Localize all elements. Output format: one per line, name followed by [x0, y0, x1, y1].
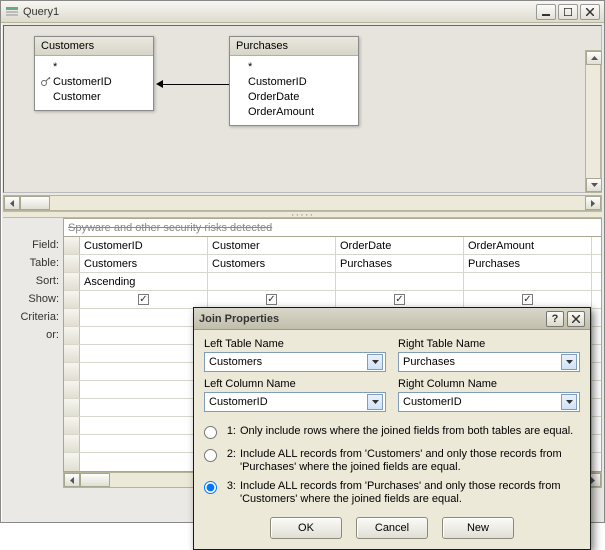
grid-cell[interactable]: [336, 273, 464, 290]
vertical-scrollbar[interactable]: [585, 50, 601, 193]
new-button[interactable]: New: [442, 517, 514, 539]
minimize-button[interactable]: [536, 4, 556, 20]
window-title: Query1: [23, 6, 534, 18]
show-checkbox[interactable]: [208, 291, 336, 308]
grid-cell[interactable]: [208, 273, 336, 290]
scroll-right-button[interactable]: [585, 196, 601, 210]
grid-cell[interactable]: Customers: [208, 255, 336, 272]
table-title: Purchases: [230, 37, 358, 56]
show-checkbox[interactable]: [336, 291, 464, 308]
grid-cell[interactable]: Purchases: [464, 255, 592, 272]
field-name[interactable]: CustomerID: [53, 76, 112, 88]
field-name[interactable]: OrderDate: [248, 91, 299, 103]
grid-cell[interactable]: [80, 309, 208, 326]
scroll-left-button[interactable]: [64, 473, 80, 487]
left-column-label: Left Column Name: [204, 378, 386, 390]
dialog-title: Join Properties: [199, 313, 546, 325]
grid-cell[interactable]: OrderAmount: [464, 237, 592, 254]
right-column-combo[interactable]: CustomerID: [398, 392, 580, 412]
pane-splitter[interactable]: [3, 211, 602, 218]
right-table-label: Right Table Name: [398, 338, 580, 350]
query-designer-window: Query1 Customers * CustomerID Customer P…: [0, 0, 605, 523]
dropdown-icon[interactable]: [561, 354, 577, 370]
scroll-thumb[interactable]: [80, 473, 110, 487]
relationship-pane[interactable]: Customers * CustomerID Customer Purchase…: [3, 25, 602, 193]
table-body: * CustomerID Customer: [35, 56, 153, 110]
scroll-left-button[interactable]: [4, 196, 20, 210]
right-table-combo[interactable]: Purchases: [398, 352, 580, 372]
close-button[interactable]: [580, 4, 600, 20]
dropdown-icon[interactable]: [561, 394, 577, 410]
left-table-combo[interactable]: Customers: [204, 352, 386, 372]
grid-cell[interactable]: CustomerID: [80, 237, 208, 254]
field-row: CustomerID Customer OrderDate OrderAmoun…: [64, 237, 601, 255]
titlebar: Query1: [1, 1, 604, 23]
sort-row: Ascending: [64, 273, 601, 291]
grid-cell[interactable]: [464, 273, 592, 290]
show-checkbox[interactable]: [464, 291, 592, 308]
scroll-down-button[interactable]: [586, 178, 602, 192]
table-customers[interactable]: Customers * CustomerID Customer: [34, 36, 154, 111]
left-column-combo[interactable]: CustomerID: [204, 392, 386, 412]
dialog-close-button[interactable]: [567, 311, 585, 327]
grid-row-labels: Field: Table: Sort: Show: Criteria: or:: [3, 236, 63, 472]
grid-cell[interactable]: [80, 327, 208, 344]
ok-button[interactable]: OK: [270, 517, 342, 539]
grid-cell[interactable]: Ascending: [80, 273, 208, 290]
field-name[interactable]: CustomerID: [248, 76, 307, 88]
scroll-thumb[interactable]: [20, 196, 50, 210]
join-properties-dialog: Join Properties ? Left Table Name Custom…: [193, 307, 591, 550]
cancel-button[interactable]: Cancel: [356, 517, 428, 539]
table-title: Customers: [35, 37, 153, 56]
primary-key-icon: [41, 77, 53, 87]
table-body: * CustomerID OrderDate OrderAmount: [230, 56, 358, 125]
grid-cell[interactable]: Customers: [80, 255, 208, 272]
join-line[interactable]: [163, 84, 229, 85]
join-type-options: 1: Only include rows where the joined fi…: [204, 422, 580, 509]
grid-cell[interactable]: Purchases: [336, 255, 464, 272]
join-arrow-icon: [156, 80, 163, 88]
table-row: Customers Customers Purchases Purchases: [64, 255, 601, 273]
join-option-2-radio[interactable]: [204, 449, 217, 462]
dialog-titlebar[interactable]: Join Properties ?: [194, 308, 590, 330]
maximize-button[interactable]: [558, 4, 578, 20]
join-option-1-text: Only include rows where the joined field…: [240, 425, 580, 438]
join-option-3-radio[interactable]: [204, 481, 217, 494]
grid-cell[interactable]: Customer: [208, 237, 336, 254]
dropdown-icon[interactable]: [367, 394, 383, 410]
field-name[interactable]: Customer: [53, 91, 101, 103]
help-button[interactable]: ?: [546, 311, 564, 327]
dropdown-icon[interactable]: [367, 354, 383, 370]
join-option-3-text: Include ALL records from 'Purchases' and…: [240, 480, 580, 506]
field-name[interactable]: OrderAmount: [248, 106, 314, 118]
table-purchases[interactable]: Purchases * CustomerID OrderDate OrderAm…: [229, 36, 359, 126]
join-option-2-text: Include ALL records from 'Customers' and…: [240, 448, 580, 474]
scroll-up-button[interactable]: [586, 51, 602, 65]
show-checkbox[interactable]: [80, 291, 208, 308]
query-icon: [5, 5, 19, 19]
security-banner: Spyware and other security risks detecte…: [63, 218, 602, 236]
right-column-label: Right Column Name: [398, 378, 580, 390]
left-table-label: Left Table Name: [204, 338, 386, 350]
grid-cell[interactable]: OrderDate: [336, 237, 464, 254]
join-option-1-radio[interactable]: [204, 426, 217, 439]
